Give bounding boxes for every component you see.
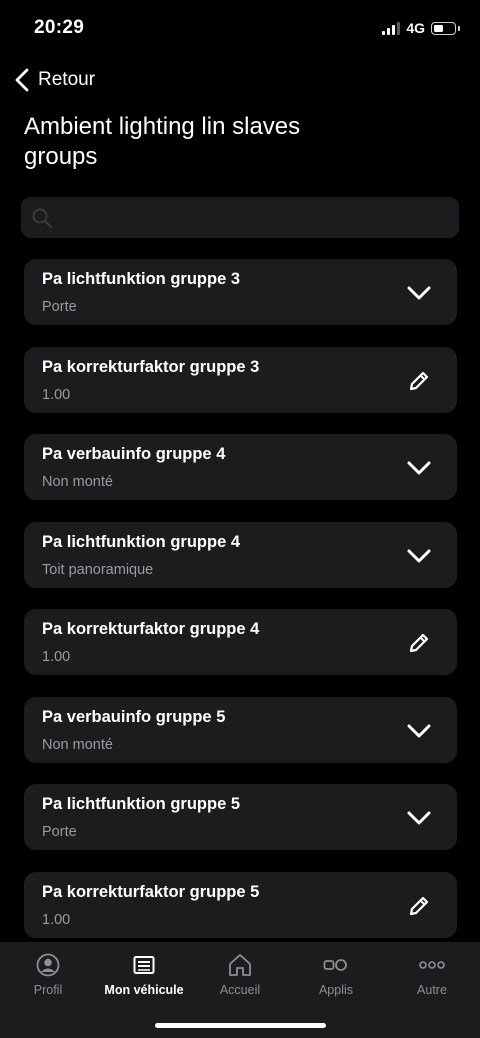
chevron-down-icon[interactable] [405, 717, 433, 745]
settings-list: Pa lichtfunktion gruppe 3 Porte Pa korre… [24, 259, 457, 959]
more-icon [384, 952, 480, 978]
list-item-value: 1.00 [42, 386, 71, 403]
search-bar[interactable] [21, 197, 459, 240]
page-title: Ambient lighting lin slaves groups [24, 113, 301, 170]
chevron-down-icon[interactable] [405, 279, 433, 307]
list-item[interactable]: Pa verbauinfo gruppe 5 Non monté [24, 696, 457, 763]
list-item[interactable]: Pa korrekturfaktor gruppe 5 1.00 [24, 871, 457, 938]
tab-label: Autre [417, 983, 447, 997]
tab-apps[interactable]: Applis [288, 942, 384, 1012]
tab-home[interactable]: Accueil [192, 942, 288, 1012]
screen: 20:29 4G Retour Ambient lighting lin sla… [0, 0, 480, 1038]
chevron-down-icon[interactable] [405, 454, 433, 482]
tab-label: Mon véhicule [104, 983, 184, 997]
list-item-title: Pa korrekturfaktor gruppe 5 [42, 882, 260, 901]
list-item[interactable]: Pa lichtfunktion gruppe 4 Toit panoramiq… [24, 521, 457, 588]
back-label: Retour [38, 69, 96, 90]
home-icon [192, 952, 288, 978]
vehicle-list-icon [96, 952, 192, 978]
tab-label: Accueil [219, 983, 261, 997]
status-indicators: 4G [382, 20, 460, 36]
list-item[interactable]: Pa verbauinfo gruppe 4 Non monté [24, 434, 457, 500]
battery-tip [458, 25, 460, 31]
tab-profile[interactable]: Profil [0, 942, 96, 1012]
battery-icon [431, 21, 456, 35]
list-item-title: Pa korrekturfaktor gruppe 3 [42, 357, 260, 376]
list-item[interactable]: Pa lichtfunktion gruppe 3 Porte [24, 259, 457, 325]
tab-more[interactable]: Autre [384, 942, 480, 1012]
list-item[interactable]: Pa korrekturfaktor gruppe 3 1.00 [24, 346, 457, 413]
list-item-value: Toit panoramique [42, 561, 154, 578]
list-item-value: Non monté [42, 736, 113, 753]
chevron-left-icon [15, 68, 29, 92]
list-item-value: Non monté [42, 474, 113, 490]
list-item-title: Pa lichtfunktion gruppe 4 [42, 532, 241, 551]
list-item[interactable]: Pa lichtfunktion gruppe 5 Porte [24, 784, 457, 850]
list-item[interactable]: Pa korrekturfaktor gruppe 4 1.00 [24, 609, 457, 675]
tab-vehicle-list[interactable]: Mon véhicule [96, 942, 192, 1012]
pencil-icon[interactable] [405, 629, 433, 657]
list-item-title: Pa verbauinfo gruppe 5 [42, 707, 226, 726]
search-input[interactable] [61, 197, 455, 240]
status-bar: 20:29 4G [0, 0, 480, 58]
tab-label: Applis [318, 983, 354, 997]
pencil-icon[interactable] [405, 892, 433, 920]
network-type: 4G [406, 20, 425, 36]
back-button[interactable]: Retour [14, 67, 95, 93]
list-item-title: Pa korrekturfaktor gruppe 4 [42, 620, 260, 638]
pencil-icon[interactable] [405, 367, 433, 395]
list-item-title: Pa lichtfunktion gruppe 5 [42, 795, 241, 813]
list-item-value: 1.00 [42, 911, 71, 928]
list-item-title: Pa lichtfunktion gruppe 3 [42, 270, 241, 288]
apps-icon [288, 952, 384, 978]
list-item-value: 1.00 [42, 649, 71, 665]
signal-icon [382, 21, 401, 35]
search-icon [32, 208, 53, 229]
list-item-value: Porte [42, 824, 77, 840]
list-item-title: Pa verbauinfo gruppe 4 [42, 445, 226, 463]
profile-icon [0, 952, 96, 978]
chevron-down-icon[interactable] [405, 804, 433, 832]
tab-label: Profil [33, 983, 63, 997]
list-item-value: Porte [42, 299, 77, 315]
home-indicator [155, 1023, 326, 1028]
chevron-down-icon[interactable] [405, 542, 433, 570]
status-time: 20:29 [34, 17, 85, 38]
